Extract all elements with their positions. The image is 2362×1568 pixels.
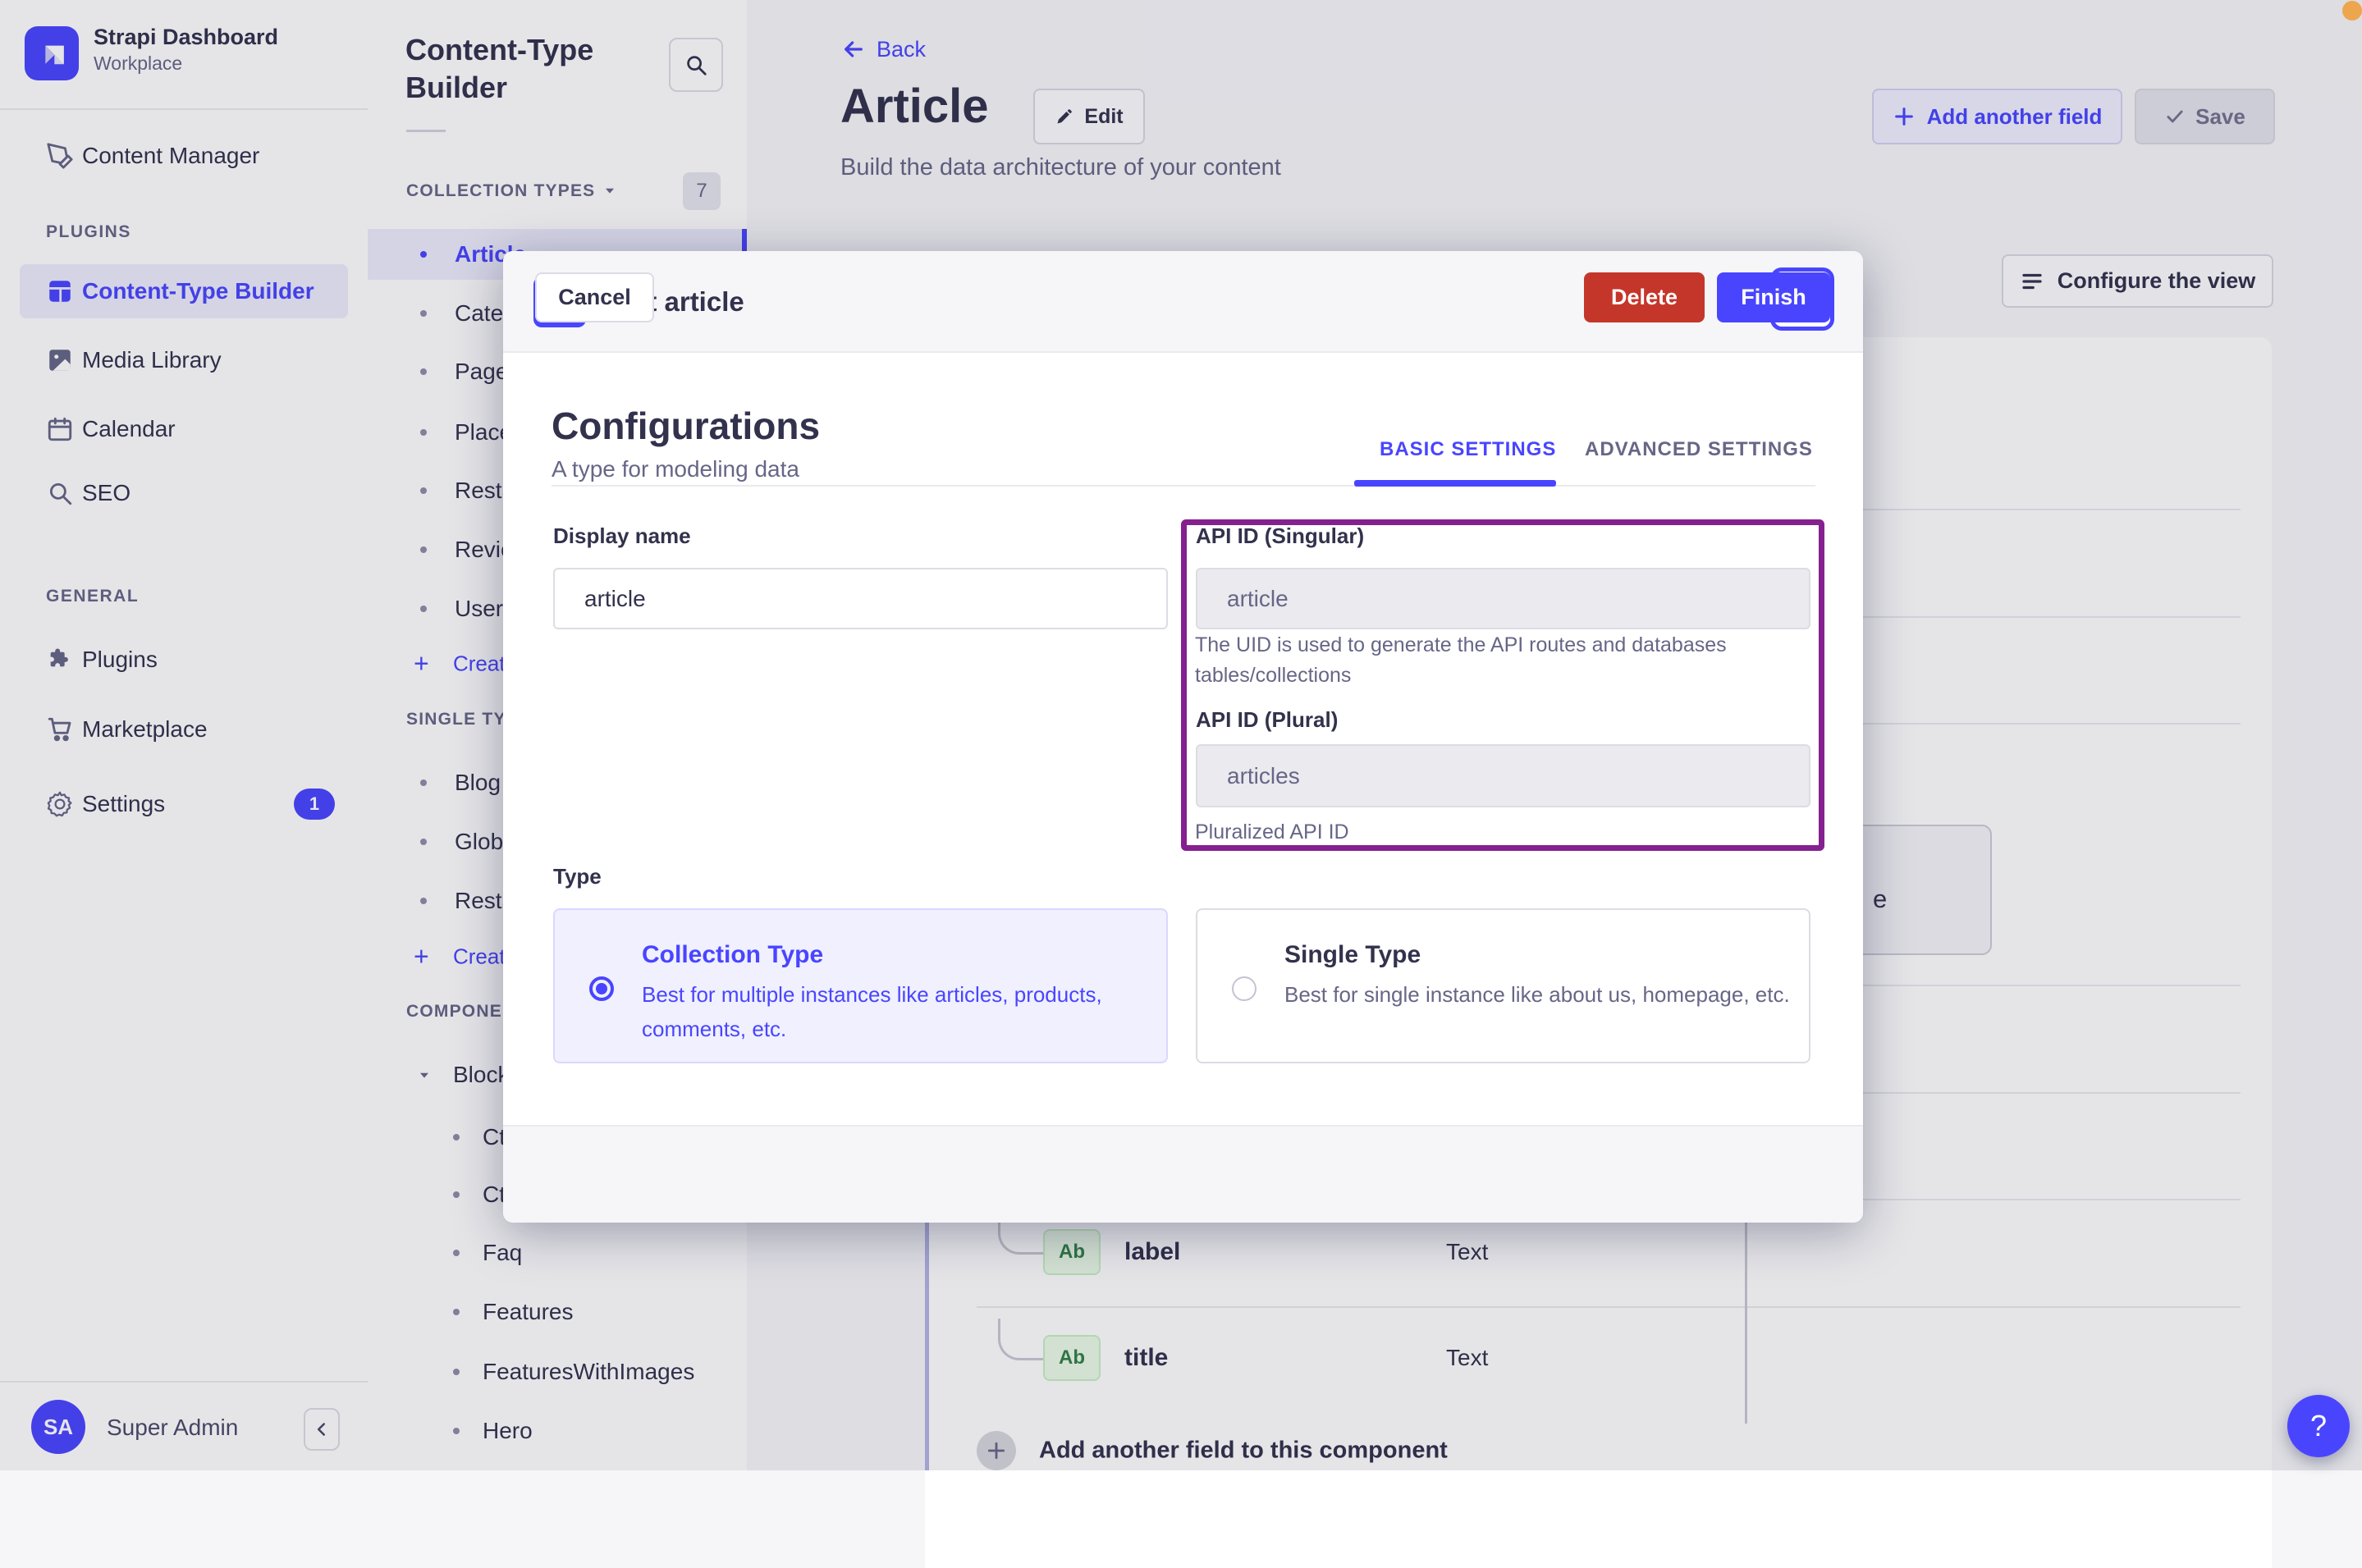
radio-unselected-icon[interactable] — [1232, 976, 1257, 1001]
tabs-divider — [552, 485, 1815, 487]
collection-type-option[interactable]: Collection Type Best for multiple instan… — [553, 908, 1168, 1063]
single-type-desc: Best for single instance like about us, … — [1284, 982, 1790, 1007]
radio-selected-icon[interactable] — [589, 976, 614, 1001]
single-type-option[interactable]: Single Type Best for single instance lik… — [1196, 908, 1810, 1063]
tab-basic-settings[interactable]: BASIC SETTINGS — [1380, 438, 1556, 461]
collection-type-title: Collection Type — [642, 941, 824, 968]
finish-button[interactable]: Finish — [1717, 272, 1830, 322]
configurations-heading: Configurations — [552, 405, 821, 447]
cancel-button[interactable]: Cancel — [535, 272, 654, 322]
annotation-highlight-box — [1181, 519, 1824, 851]
tab-advanced-settings[interactable]: ADVANCED SETTINGS — [1585, 438, 1813, 461]
type-label: Type — [553, 864, 602, 889]
display-name-label: Display name — [553, 523, 691, 548]
delete-button[interactable]: Delete — [1584, 272, 1705, 322]
edit-article-modal: CT Edit article Configurations A type fo… — [503, 251, 1863, 1223]
active-tab-underline — [1354, 480, 1556, 487]
collection-type-desc: Best for multiple instances like article… — [642, 982, 1102, 1041]
modal-footer — [503, 1125, 1863, 1223]
help-button[interactable]: ? — [2287, 1395, 2350, 1457]
recording-dot-icon — [2342, 1, 2362, 21]
display-name-input[interactable]: article — [553, 568, 1168, 629]
single-type-title: Single Type — [1284, 941, 1421, 968]
configurations-subheading: A type for modeling data — [552, 456, 799, 482]
